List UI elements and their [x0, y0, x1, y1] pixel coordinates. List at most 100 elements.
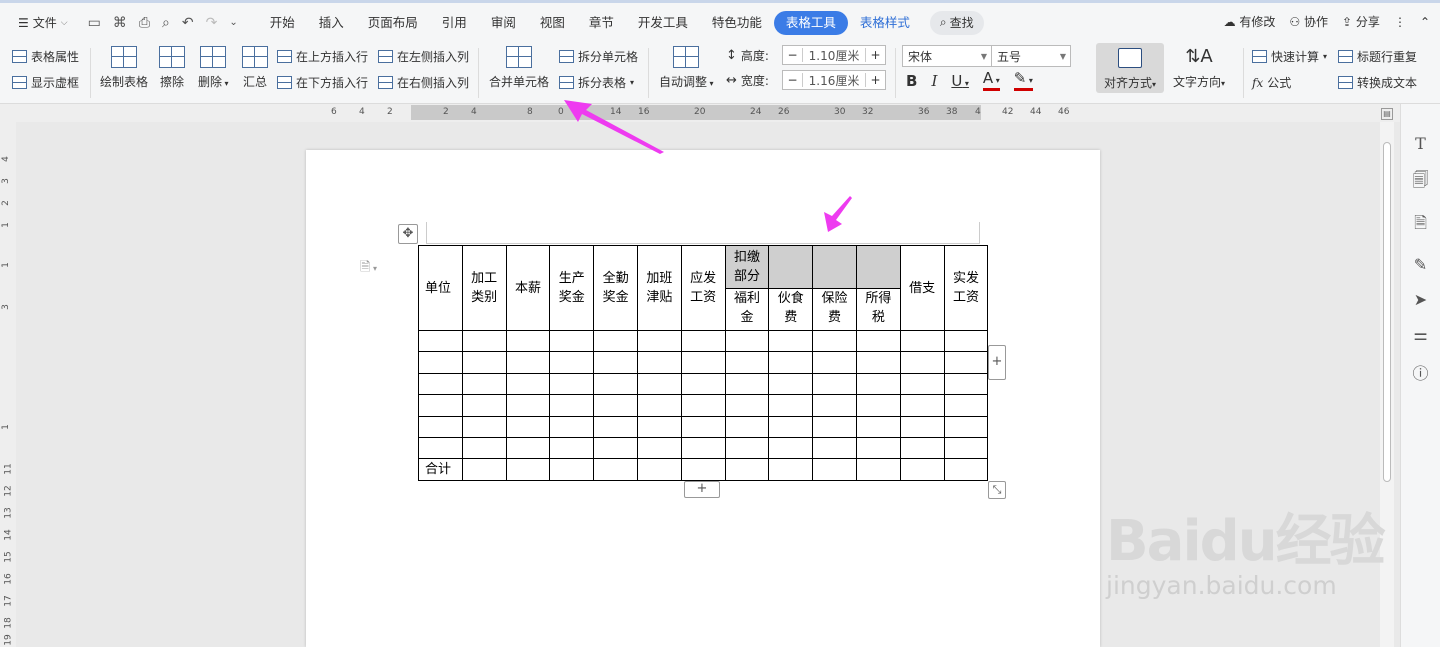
table-cell[interactable]: 借支 — [899, 245, 945, 331]
table-cell[interactable] — [593, 458, 638, 481]
table-cell[interactable]: 本薪 — [505, 245, 551, 331]
paragraph-marker[interactable]: 🗎 ▾ — [360, 258, 377, 280]
table-cell[interactable] — [418, 436, 463, 460]
merge-cells-button[interactable]: 合并单元格 — [489, 46, 549, 90]
repeat-header-button[interactable]: 标题行重复 — [1338, 48, 1417, 65]
table-cell[interactable] — [943, 372, 989, 396]
insert-row-above-button[interactable]: 在上方插入行 — [277, 48, 368, 65]
table-cell[interactable] — [724, 372, 770, 396]
salary-table[interactable]: 单位 加工类别 本薪 生产奖金 全勤奖金 加班津贴 应发工资 扣缴部分 借支 实… — [418, 245, 989, 481]
table-cell[interactable] — [812, 394, 857, 417]
table-cell[interactable] — [768, 351, 814, 374]
format-painter-icon[interactable]: ⌘ — [113, 15, 127, 31]
decrease-width-button[interactable]: − — [783, 73, 803, 87]
erase-button[interactable]: 擦除 — [159, 46, 185, 90]
tab-view[interactable]: 视图 — [528, 11, 577, 35]
table-cell[interactable] — [899, 329, 945, 353]
font-name-select[interactable]: 宋体 ▼ — [902, 45, 992, 67]
share-button[interactable]: ⇪ 分享 — [1342, 13, 1380, 30]
horizontal-ruler[interactable]: 6 4 2 2 4 8 0 14 16 20 24 26 30 32 36 38… — [0, 104, 1400, 122]
table-cell[interactable] — [680, 372, 726, 396]
bold-button[interactable]: B — [906, 72, 917, 90]
table-cell[interactable] — [636, 394, 682, 417]
table-cell[interactable] — [505, 458, 551, 481]
table-cell[interactable] — [636, 329, 682, 353]
table-cell-selected[interactable] — [855, 245, 901, 289]
table-cell[interactable] — [899, 458, 945, 481]
more-icon[interactable]: ⋮ — [1394, 15, 1406, 29]
table-cell[interactable]: 伙食费 — [768, 288, 814, 331]
table-cell[interactable] — [812, 458, 857, 481]
table-cell[interactable] — [505, 394, 551, 417]
table-cell[interactable] — [812, 436, 857, 460]
table-cell[interactable] — [680, 436, 726, 460]
table-cell[interactable] — [943, 415, 989, 438]
table-cell[interactable] — [768, 394, 814, 417]
table-cell[interactable] — [636, 436, 682, 460]
table-cell[interactable]: 单位 — [418, 245, 463, 331]
split-table-button[interactable]: 拆分表格 ▾ — [559, 74, 634, 91]
table-cell[interactable] — [593, 351, 638, 374]
table-cell[interactable] — [680, 415, 726, 438]
table-cell[interactable] — [768, 329, 814, 353]
table-cell[interactable] — [636, 372, 682, 396]
insert-row-below-button[interactable]: 在下方插入行 — [277, 74, 368, 91]
highlight-button[interactable]: ✎ ▾ — [1013, 71, 1033, 91]
table-cell[interactable] — [418, 394, 463, 417]
table-cell[interactable] — [812, 372, 857, 396]
table-cell[interactable] — [855, 394, 901, 417]
table-cell[interactable] — [549, 415, 595, 438]
undo-icon[interactable]: ↶ — [182, 15, 194, 31]
save-icon[interactable]: ▭ — [88, 15, 101, 31]
table-cell[interactable] — [680, 458, 726, 481]
table-cell[interactable] — [724, 415, 770, 438]
table-cell[interactable] — [505, 372, 551, 396]
table-cell[interactable] — [724, 458, 770, 481]
table-resize-handle[interactable]: ⤡ — [988, 481, 1006, 499]
row-height-stepper[interactable]: − 1.10厘米 + — [782, 45, 886, 65]
table-cell[interactable] — [549, 372, 595, 396]
search-box[interactable]: ⌕ 查找 — [929, 10, 984, 35]
table-cell[interactable]: 合计 — [418, 458, 463, 481]
split-cells-button[interactable]: 拆分单元格 — [559, 48, 638, 65]
sidebar-toggle-icon[interactable]: ▤ — [1381, 108, 1393, 120]
table-cell[interactable] — [768, 372, 814, 396]
table-cell[interactable] — [943, 436, 989, 460]
table-cell[interactable] — [418, 415, 463, 438]
has-changes-button[interactable]: ☁ 有修改 — [1224, 13, 1276, 30]
table-cell[interactable] — [461, 372, 507, 396]
customize-icon[interactable]: ⌄ — [229, 17, 237, 28]
increase-width-button[interactable]: + — [865, 73, 885, 87]
table-cell[interactable] — [418, 351, 463, 374]
sliders-icon[interactable]: ⚌ — [1413, 325, 1427, 344]
tab-insert[interactable]: 插入 — [307, 11, 356, 35]
table-cell[interactable] — [680, 394, 726, 417]
collab-button[interactable]: ⚇ 协作 — [1289, 13, 1328, 30]
table-cell[interactable] — [855, 351, 901, 374]
quick-calc-button[interactable]: 快速计算 ▾ — [1252, 48, 1327, 65]
add-column-button[interactable]: + — [988, 345, 1006, 380]
redo-icon[interactable]: ↷ — [206, 15, 218, 31]
text-style-icon[interactable]: T — [1415, 134, 1426, 153]
table-cell[interactable] — [505, 436, 551, 460]
table-cell[interactable] — [812, 415, 857, 438]
help-icon[interactable]: ⓘ — [1412, 360, 1428, 384]
doc-settings-icon[interactable]: 🗎 — [1414, 212, 1427, 239]
table-cell[interactable] — [768, 415, 814, 438]
table-cell[interactable] — [680, 351, 726, 374]
table-cell[interactable] — [724, 436, 770, 460]
increase-height-button[interactable]: + — [865, 48, 885, 62]
table-cell[interactable] — [461, 329, 507, 353]
tab-table-tools[interactable]: 表格工具 — [773, 10, 848, 35]
italic-button[interactable]: I — [931, 72, 937, 90]
tab-table-style[interactable]: 表格样式 — [848, 11, 922, 35]
table-cell[interactable] — [505, 351, 551, 374]
vertical-ruler[interactable]: 4 3 2 1 1 3 1 11 12 13 14 15 16 17 18 19 — [0, 122, 16, 647]
table-cell[interactable] — [593, 394, 638, 417]
table-cell[interactable] — [505, 329, 551, 353]
decrease-height-button[interactable]: − — [783, 48, 803, 62]
print-preview-icon[interactable]: ⌕ — [162, 15, 170, 31]
table-cell[interactable] — [636, 458, 682, 481]
tab-developer[interactable]: 开发工具 — [626, 11, 700, 35]
collapse-ribbon-icon[interactable]: ⌃ — [1420, 15, 1430, 29]
